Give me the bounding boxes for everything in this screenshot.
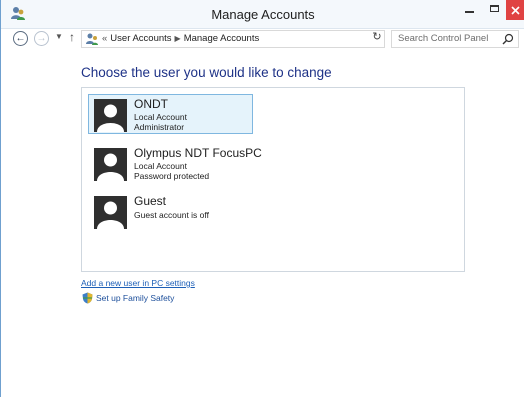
account-type: Local Account [134,161,187,171]
breadcrumb-user-accounts[interactable]: User Accounts [110,33,171,44]
main-content: Choose the user you would like to change… [1,49,524,397]
user-avatar-icon [94,99,127,132]
close-button[interactable] [506,0,524,20]
recent-locations-button[interactable]: ▼ [55,32,63,41]
search-icon[interactable] [502,33,514,45]
forward-arrow-icon: → [36,32,47,44]
address-bar[interactable]: «User Accounts▶Manage Accounts ⌄ [81,30,447,48]
back-arrow-icon: ← [15,32,26,44]
refresh-icon: ↻ [372,31,382,43]
breadcrumb-manage-accounts[interactable]: Manage Accounts [184,33,260,44]
user-avatar-icon [94,196,127,229]
forward-button[interactable]: → [34,31,49,46]
minimize-icon [464,10,474,13]
user-avatar-icon [94,148,127,181]
account-name: ONDT [134,97,168,111]
account-tile-olympus-ndt-focuspc[interactable]: Olympus NDT FocusPC Local Account Passwo… [88,143,262,183]
refresh-button[interactable]: ↻ [369,30,385,46]
breadcrumb-separator-icon[interactable]: ▶ [172,34,184,43]
account-tile-guest[interactable]: Guest Guest account is off [88,191,253,231]
maximize-icon [489,5,499,12]
account-role: Administrator [134,122,185,132]
page-heading: Choose the user you would like to change [81,65,332,80]
window-title: Manage Accounts [211,7,315,22]
account-name: Olympus NDT FocusPC [134,146,262,160]
account-name: Guest [134,194,167,208]
family-safety-shield-icon [82,292,93,304]
family-safety-link[interactable]: Set up Family Safety [96,293,174,303]
account-type: Local Account [134,112,187,122]
title-bar: Manage Accounts [1,0,524,29]
account-tile-ondt[interactable]: ONDT Local Account Administrator [88,94,253,134]
account-status: Guest account is off [134,210,209,220]
account-status: Password protected [134,171,210,181]
add-new-user-link[interactable]: Add a new user in PC settings [81,278,195,288]
navigation-bar: ← → ▼ ↑ «User Accounts▶Manage Accounts ⌄ [1,29,524,49]
minimize-button[interactable] [456,0,482,20]
search-input[interactable]: Search Control Panel [391,30,519,48]
chevron-down-icon: ▼ [55,32,63,41]
up-arrow-icon: ↑ [69,30,75,44]
accounts-list: ONDT Local Account Administrator Olympus… [81,87,465,272]
search-placeholder: Search Control Panel [398,33,489,44]
close-icon [511,5,520,15]
breadcrumb: «User Accounts ▶ Manage Accounts [102,33,259,44]
users-location-icon [86,33,98,45]
manage-accounts-window: Manage Accounts ← → ▼ ↑ « User Accounts … [0,0,524,397]
back-button[interactable]: ← [13,31,28,46]
up-button[interactable]: ↑ [69,30,75,44]
maximize-button[interactable] [482,0,506,20]
